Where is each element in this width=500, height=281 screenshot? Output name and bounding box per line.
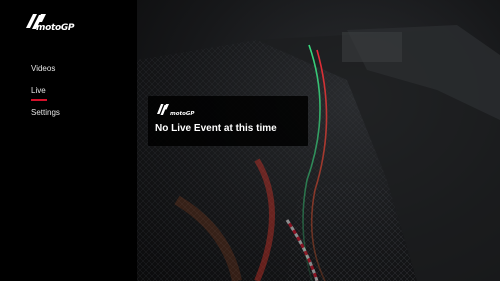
no-live-event-message: No Live Event at this time [155,123,277,134]
card-logo-wordmark: motoGP [170,111,195,117]
card-motogp-logo: motoGP [156,103,194,117]
no-live-event-card: motoGP No Live Event at this time [148,96,308,146]
nav-item-videos[interactable]: Videos [31,60,60,82]
logo-wordmark: motoGP [36,23,75,33]
main-nav: Videos Live Settings [31,60,60,126]
nav-item-live[interactable]: Live [31,82,60,104]
nav-item-settings[interactable]: Settings [31,104,60,126]
sidebar: motoGP Videos Live Settings [0,0,137,281]
motogp-logo: motoGP [24,12,76,36]
